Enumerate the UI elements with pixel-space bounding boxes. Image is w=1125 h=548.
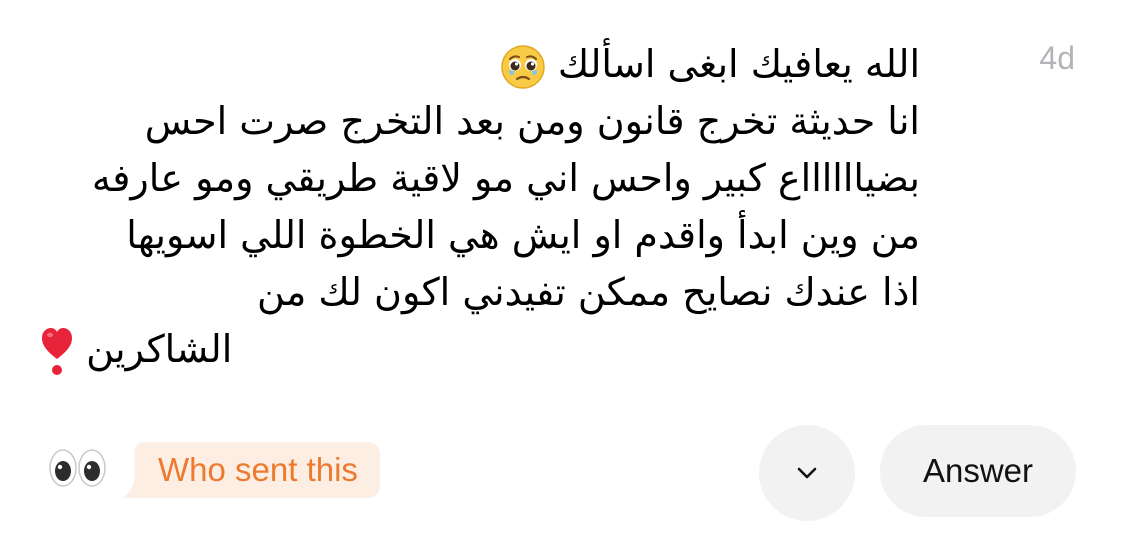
- question-text: الله يعافيك ابغى اسألك انا حديثة تخرج قا…: [40, 36, 920, 378]
- question-line-2: انا حديثة تخرج قانون ومن بعد التخرج صرت …: [144, 99, 920, 143]
- who-sent-this-button[interactable]: Who sent this: [122, 442, 380, 498]
- question-line-6: الشاكرين: [40, 321, 232, 378]
- question-line-6-text: الشاكرين: [86, 327, 233, 371]
- question-line-3: بضيااااااع كبير واحس اني مو لاقية طريقي …: [91, 156, 920, 200]
- more-options-button[interactable]: [759, 425, 855, 521]
- answer-label: Answer: [922, 452, 1034, 489]
- question-line-1: الله يعافيك ابغى اسألك: [500, 36, 920, 93]
- question-line-4: من وين ابدأ واقدم او ايش هي الخطوة اللي …: [126, 213, 920, 257]
- question-line-5: اذا عندك نصايح ممكن تفيدني اكون لك من: [257, 270, 920, 314]
- question-line-1-text: الله يعافيك ابغى اسألك: [557, 42, 920, 86]
- action-bar: Who sent this Answer: [0, 420, 1125, 521]
- timestamp: 4d: [1039, 40, 1075, 76]
- eyes-icon[interactable]: [48, 448, 108, 488]
- who-sent-this-label: Who sent this: [158, 451, 358, 488]
- heart-exclamation-icon: [42, 327, 72, 375]
- answer-button[interactable]: Answer: [880, 425, 1076, 517]
- pleading-face-icon: [500, 44, 545, 89]
- question-card: 4d الله يعافيك ابغى اسألك انا حديثة تخرج…: [0, 0, 1125, 548]
- chevron-down-icon: [797, 467, 817, 479]
